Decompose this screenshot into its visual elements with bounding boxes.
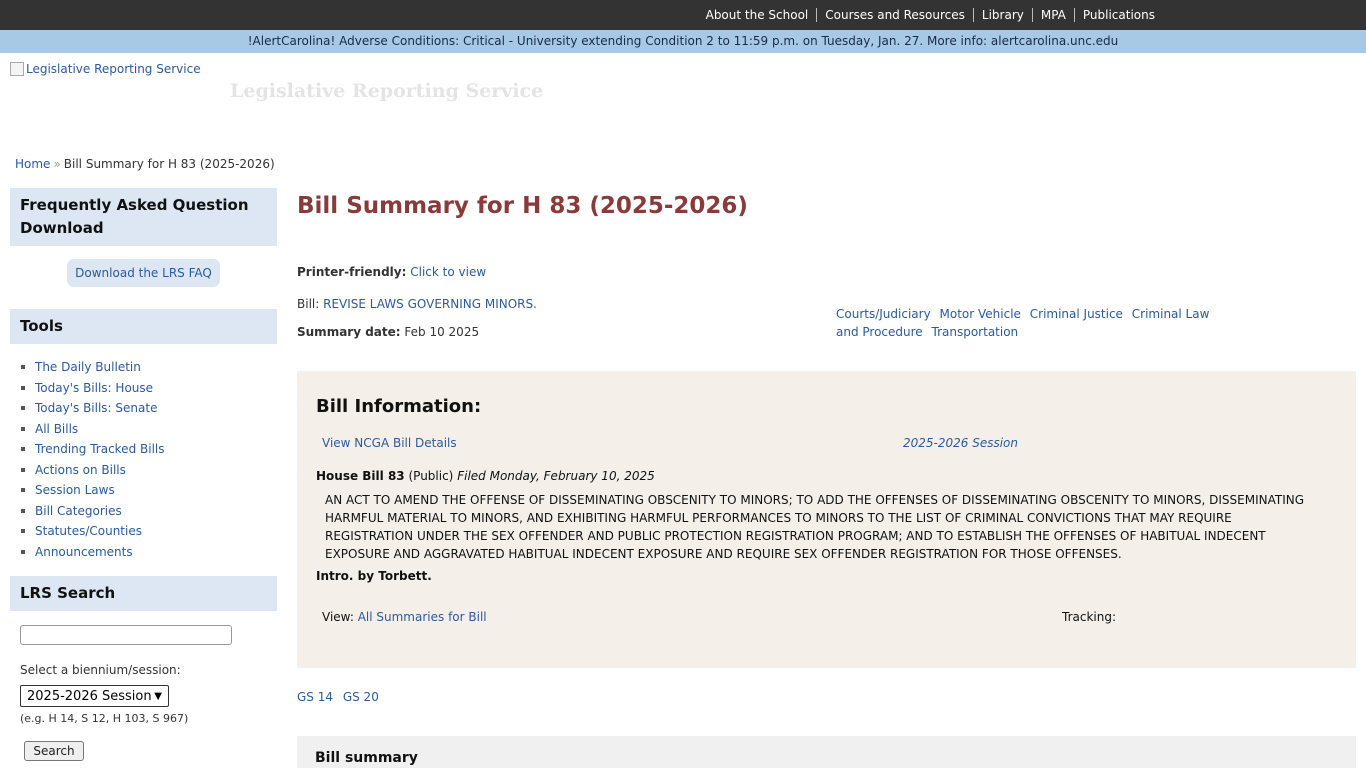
tool-link-todays-bills-senate[interactable]: Today's Bills: Senate [35,398,157,419]
topnav-library[interactable]: Library [972,8,1032,22]
topnav-courses-and-resources[interactable]: Courses and Resources [816,8,973,22]
bill-filed-date: Filed Monday, February 10, 2025 [457,469,655,483]
tool-link-announcements[interactable]: Announcements [35,542,133,563]
session-select-label: Select a biennium/session: [20,663,181,677]
list-item: Bill Categories [21,501,277,522]
bill-summary-heading: Bill summary [315,750,418,766]
tool-link-daily-bulletin[interactable]: The Daily Bulletin [35,357,141,378]
session-select[interactable]: 2025-2026 Session ▼ [20,685,169,707]
bullet-icon [21,549,25,554]
ncga-bill-details-link[interactable]: View NCGA Bill Details [322,436,457,450]
main-content: Bill Summary for H 83 (2025-2026) Printe… [297,188,1356,768]
breadcrumb-separator: » [53,157,61,171]
list-item: Today's Bills: Senate [21,398,277,419]
search-hint: (e.g. H 14, S 12, H 103, S 967) [20,712,189,725]
topnav-about-the-school[interactable]: About the School [698,8,817,22]
tools-list: The Daily Bulletin Today's Bills: House … [10,344,277,576]
topnav-publications[interactable]: Publications [1073,8,1163,22]
tag-criminal-justice[interactable]: Criminal Justice [1030,307,1123,321]
tag-courts-judiciary[interactable]: Courts/Judiciary [836,307,931,321]
bill-public-label: (Public) [408,469,454,483]
search-input[interactable] [20,625,232,645]
lrs-search-block-title: LRS Search [10,576,277,611]
list-item: All Bills [21,419,277,440]
bill-information-box: Bill Information: View NCGA Bill Details… [297,371,1356,668]
bill-intro-by: Intro. by Torbett. [316,569,432,583]
bullet-icon [21,488,25,493]
top-nav: About the School Courses and Resources L… [698,0,1163,30]
bullet-icon [21,406,25,411]
tool-link-bill-categories[interactable]: Bill Categories [35,501,122,522]
bullet-icon [21,447,25,452]
gs-link-20[interactable]: GS 20 [343,690,379,704]
view-summaries-line: View: All Summaries for Bill [322,610,487,624]
bill-title-link[interactable]: REVISE LAWS GOVERNING MINORS. [323,297,537,311]
bill-act-text: AN ACT TO AMEND THE OFFENSE OF DISSEMINA… [325,493,1305,561]
list-item: Today's Bills: House [21,378,277,399]
faq-block-title: Frequently Asked Question Download [10,188,277,246]
tool-link-actions-on-bills[interactable]: Actions on Bills [35,460,126,481]
tag-transportation[interactable]: Transportation [932,325,1019,339]
gs-link-14[interactable]: GS 14 [297,690,333,704]
logo-alt-text: Legislative Reporting Service [26,62,201,76]
alert-banner: !AlertCarolina! Adverse Conditions: Crit… [0,30,1366,53]
bullet-icon [21,426,25,431]
summary-date: Summary date: Feb 10 2025 [297,325,479,339]
general-statutes-links: GS 14 GS 20 [297,690,385,704]
printer-friendly-link[interactable]: Click to view [410,265,486,279]
list-item: Actions on Bills [21,460,277,481]
broken-image-icon [10,62,24,76]
printer-friendly-label: Printer-friendly: [297,265,407,279]
house-bill-line: House Bill 83 (Public) Filed Monday, Feb… [316,469,655,483]
topnav-mpa[interactable]: MPA [1031,8,1074,22]
tag-motor-vehicle[interactable]: Motor Vehicle [940,307,1021,321]
summary-date-value: Feb 10 2025 [404,325,480,339]
list-item: Trending Tracked Bills [21,439,277,460]
tracking-label: Tracking: [1062,610,1116,624]
bullet-icon [21,365,25,370]
session-link[interactable]: 2025-2026 Session [903,436,1018,450]
page-title: Bill Summary for H 83 (2025-2026) [297,193,748,219]
bill-line: Bill: REVISE LAWS GOVERNING MINORS. [297,297,537,311]
tool-link-session-laws[interactable]: Session Laws [35,480,115,501]
tool-link-trending-tracked-bills[interactable]: Trending Tracked Bills [35,439,165,460]
sidebar: Frequently Asked Question Download Downl… [10,188,277,761]
bullet-icon [21,467,25,472]
breadcrumb-current: Bill Summary for H 83 (2025-2026) [63,157,275,171]
printer-friendly: Printer-friendly: Click to view [297,265,486,279]
site-name: Legislative Reporting Service [230,80,544,102]
category-tags: Courts/Judiciary Motor Vehicle Criminal … [836,305,1216,341]
chevron-down-icon: ▼ [154,690,162,702]
list-item: Statutes/Counties [21,521,277,542]
tool-link-statutes-counties[interactable]: Statutes/Counties [35,521,142,542]
bullet-icon [21,385,25,390]
tool-link-all-bills[interactable]: All Bills [35,419,78,440]
breadcrumb: Home» Bill Summary for H 83 (2025-2026) [15,157,275,171]
session-select-value: 2025-2026 Session [27,688,152,704]
bullet-icon [21,508,25,513]
search-button[interactable]: Search [24,741,84,761]
breadcrumb-home[interactable]: Home [15,157,50,171]
list-item: The Daily Bulletin [21,357,277,378]
bill-label: Bill: [297,297,320,311]
bill-summary-box: Bill summary [297,736,1356,768]
all-summaries-link[interactable]: All Summaries for Bill [358,610,487,624]
site-logo-link[interactable]: Legislative Reporting Service [10,62,201,76]
top-bar: About the School Courses and Resources L… [0,0,1366,30]
download-faq-button[interactable]: Download the LRS FAQ [67,259,220,287]
tool-link-todays-bills-house[interactable]: Today's Bills: House [35,378,153,399]
summary-date-label: Summary date: [297,325,401,339]
bullet-icon [21,529,25,534]
list-item: Announcements [21,542,277,563]
faq-button-wrap: Download the LRS FAQ [10,246,277,309]
tools-block-title: Tools [10,309,277,344]
house-bill-number: House Bill 83 [316,469,405,483]
search-area: Select a biennium/session: 2025-2026 Ses… [10,611,277,761]
view-label: View: [322,610,354,624]
bill-information-heading: Bill Information: [316,396,482,417]
list-item: Session Laws [21,480,277,501]
